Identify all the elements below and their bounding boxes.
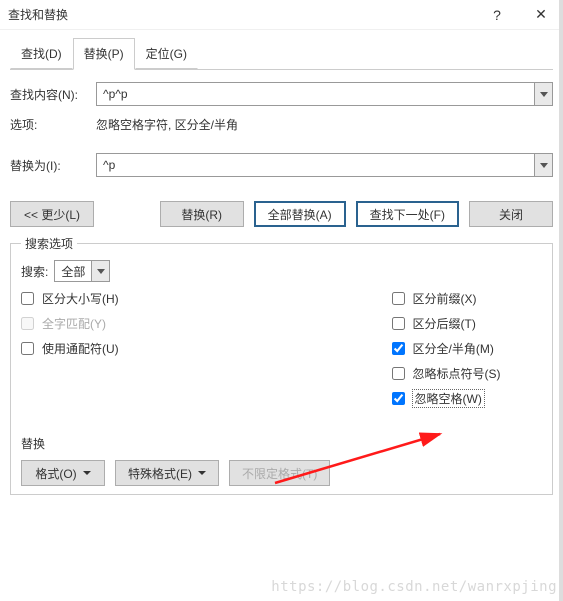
replace-all-button[interactable]: 全部替换(A) <box>254 201 346 227</box>
format-button[interactable]: 格式(O) <box>21 460 105 486</box>
window-title: 查找和替换 <box>8 6 475 23</box>
close-button[interactable]: 关闭 <box>469 201 553 227</box>
special-format-button[interactable]: 特殊格式(E) <box>115 460 219 486</box>
match-suffix-checkbox[interactable]: 区分后缀(T) <box>392 315 476 332</box>
help-button[interactable]: ? <box>475 0 519 30</box>
button-row: << 更少(L) 替换(R) 全部替换(A) 查找下一处(F) 关闭 <box>10 201 553 227</box>
find-dropdown-icon[interactable] <box>534 83 552 105</box>
tab-replace[interactable]: 替换(P) <box>73 38 135 70</box>
find-next-button[interactable]: 查找下一处(F) <box>356 201 459 227</box>
match-case-checkbox[interactable]: 区分大小写(H) <box>21 290 172 307</box>
find-content-input[interactable]: ^p^p <box>96 82 553 106</box>
watermark: https://blog.csdn.net/wanrxpjing <box>271 579 557 595</box>
options-text: 忽略空格字符, 区分全/半角 <box>96 116 238 133</box>
search-direction-label: 搜索: <box>21 263 48 280</box>
search-direction-value: 全部 <box>55 263 91 280</box>
options-label: 选项: <box>10 116 96 133</box>
tab-find[interactable]: 查找(D) <box>10 38 73 69</box>
search-direction-dropdown-icon[interactable] <box>91 261 109 281</box>
annotation-arrow-icon <box>270 420 450 490</box>
search-direction-select[interactable]: 全部 <box>54 260 110 282</box>
close-window-button[interactable]: ✕ <box>519 0 563 30</box>
replace-with-input[interactable]: ^p <box>96 153 553 177</box>
search-options-legend: 搜索选项 <box>21 235 77 252</box>
tab-strip: 查找(D) 替换(P) 定位(G) <box>10 38 553 70</box>
match-prefix-checkbox[interactable]: 区分前缀(X) <box>392 290 477 307</box>
use-wildcards-checkbox[interactable]: 使用通配符(U) <box>21 340 172 357</box>
find-content-label: 查找内容(N): <box>10 86 96 103</box>
whole-word-checkbox: 全字匹配(Y) <box>21 315 172 332</box>
ignore-space-checkbox[interactable]: 忽略空格(W) <box>392 390 484 407</box>
replace-with-label: 替换为(I): <box>10 157 96 174</box>
titlebar: 查找和替换 ? ✕ <box>0 0 563 30</box>
right-edge <box>559 0 563 601</box>
replace-button[interactable]: 替换(R) <box>160 201 244 227</box>
replace-dropdown-icon[interactable] <box>534 154 552 176</box>
find-content-value: ^p^p <box>97 87 534 101</box>
match-width-checkbox[interactable]: 区分全/半角(M) <box>392 340 494 357</box>
replace-with-value: ^p <box>97 158 534 172</box>
tab-goto[interactable]: 定位(G) <box>135 38 198 69</box>
less-button[interactable]: << 更少(L) <box>10 201 94 227</box>
ignore-punct-checkbox[interactable]: 忽略标点符号(S) <box>392 365 501 382</box>
